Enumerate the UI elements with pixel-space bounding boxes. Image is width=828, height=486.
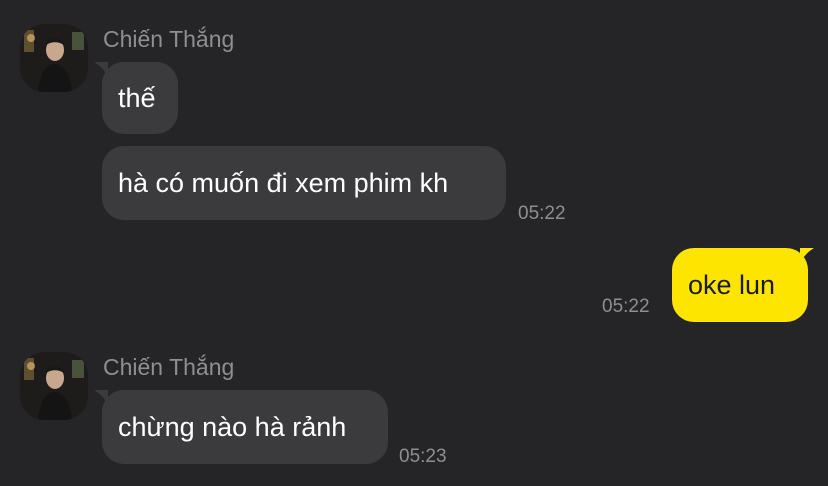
message-timestamp: 05:22 <box>602 296 650 317</box>
message-bubble-outgoing[interactable]: oke lun <box>672 248 808 322</box>
sender-name: Chiến Thắng <box>103 26 235 52</box>
message-bubble[interactable]: hà có muốn đi xem phim kh <box>102 146 506 220</box>
sender-name: Chiến Thắng <box>103 354 235 380</box>
message-text: hà có muốn đi xem phim kh <box>118 168 449 198</box>
sender-avatar[interactable] <box>20 24 88 92</box>
message-bubble[interactable]: chừng nào hà rảnh <box>102 390 388 464</box>
avatar-photo-icon <box>20 24 88 92</box>
message-text: thế <box>118 83 156 113</box>
message-timestamp: 05:23 <box>399 446 447 467</box>
bubble-tail <box>800 248 814 264</box>
avatar-photo-icon <box>20 352 88 420</box>
sender-avatar[interactable] <box>20 352 88 420</box>
message-bubble[interactable]: thế <box>102 62 178 134</box>
message-timestamp: 05:22 <box>518 203 566 224</box>
message-text: oke lun <box>688 270 776 300</box>
message-text: chừng nào hà rảnh <box>118 412 347 442</box>
